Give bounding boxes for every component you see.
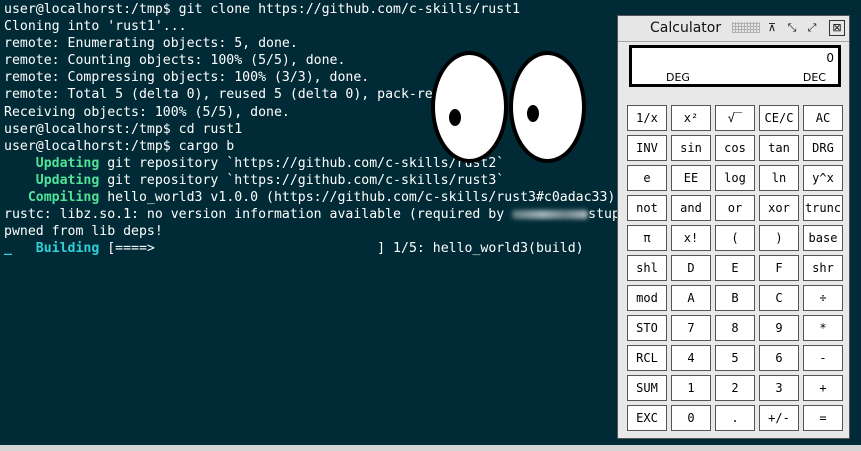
titlebar-grip (732, 22, 760, 33)
calculator-display: 0 DEG DEC (629, 45, 841, 87)
key-sqrt[interactable]: √‾ (715, 105, 755, 131)
key-decimal[interactable]: . (715, 405, 755, 431)
key-7[interactable]: 7 (671, 315, 711, 341)
key-8[interactable]: 8 (715, 315, 755, 341)
key-close-paren[interactable]: ) (759, 225, 799, 251)
key-equals[interactable]: = (803, 405, 843, 431)
calculator-keypad: 1/x x² √‾ CE/C AC INV sin cos tan DRG e … (627, 105, 847, 431)
redacted-path (512, 209, 589, 219)
cargo-status-label: Updating (4, 172, 100, 188)
key-trunc[interactable]: trunc (803, 195, 843, 221)
display-value: 0 (826, 51, 834, 65)
key-negate[interactable]: +/- (759, 405, 799, 431)
cargo-status-text: hello_world3 v1.0.0 (https://github.com/… (99, 190, 616, 206)
key-exchange[interactable]: EXC (627, 405, 667, 431)
key-mod[interactable]: mod (627, 285, 667, 311)
key-3[interactable]: 3 (759, 375, 799, 401)
maximize-icon[interactable]: ⤢ (804, 20, 820, 36)
key-inv[interactable]: INV (627, 135, 667, 161)
base-mode-indicator: DEC (802, 71, 826, 84)
cargo-status-label: Compiling (4, 190, 100, 206)
xeyes-widget[interactable] (431, 51, 586, 163)
left-eye (431, 51, 508, 163)
key-hex-b[interactable]: B (715, 285, 755, 311)
key-and[interactable]: and (671, 195, 711, 221)
key-sum[interactable]: SUM (627, 375, 667, 401)
cargo-status-text: git repository `https://github.com/c-ski… (99, 172, 505, 188)
key-factorial[interactable]: x! (671, 225, 711, 251)
key-shr[interactable]: shr (803, 255, 843, 281)
key-or[interactable]: or (715, 195, 755, 221)
key-add[interactable]: + (803, 375, 843, 401)
key-log[interactable]: log (715, 165, 755, 191)
window-bottom-border (0, 445, 861, 451)
calculator-window[interactable]: Calculator ⊼ ⤡ ⤢ ⊠ 0 DEG DEC 1/x x² √‾ C… (617, 15, 850, 439)
key-0[interactable]: 0 (671, 405, 711, 431)
cargo-progress-text: [====> ] 1/5: hello_world3(build) (99, 241, 584, 257)
key-hex-f[interactable]: F (759, 255, 799, 281)
key-pi[interactable]: π (627, 225, 667, 251)
key-open-paren[interactable]: ( (715, 225, 755, 251)
key-1[interactable]: 1 (671, 375, 711, 401)
calculator-titlebar[interactable]: Calculator ⊼ ⤡ ⤢ ⊠ (618, 16, 849, 42)
close-icon[interactable]: ⊠ (829, 20, 845, 36)
key-subtract[interactable]: - (803, 345, 843, 371)
key-tan[interactable]: tan (759, 135, 799, 161)
key-multiply[interactable]: * (803, 315, 843, 341)
key-store[interactable]: STO (627, 315, 667, 341)
key-drg[interactable]: DRG (803, 135, 843, 161)
cargo-building-label: Building (11, 241, 100, 257)
key-sin[interactable]: sin (671, 135, 711, 161)
key-reciprocal[interactable]: 1/x (627, 105, 667, 131)
key-2[interactable]: 2 (715, 375, 755, 401)
key-5[interactable]: 5 (715, 345, 755, 371)
terminal-cursor: _ (4, 241, 12, 257)
key-hex-a[interactable]: A (671, 285, 711, 311)
key-base[interactable]: base (803, 225, 843, 251)
angle-mode-indicator: DEG (666, 71, 690, 84)
key-power[interactable]: y^x (803, 165, 843, 191)
key-not[interactable]: not (627, 195, 667, 221)
key-all-clear[interactable]: AC (803, 105, 843, 131)
key-6[interactable]: 6 (759, 345, 799, 371)
window-title: Calculator (650, 20, 722, 36)
key-hex-d[interactable]: D (671, 255, 711, 281)
key-cos[interactable]: cos (715, 135, 755, 161)
key-square[interactable]: x² (671, 105, 711, 131)
key-divide[interactable]: ÷ (803, 285, 843, 311)
minimize-icon[interactable]: ⤡ (784, 20, 800, 36)
key-4[interactable]: 4 (671, 345, 711, 371)
shade-icon[interactable]: ⊼ (764, 20, 780, 36)
right-pupil (527, 105, 539, 122)
right-eye (509, 51, 586, 163)
key-xor[interactable]: xor (759, 195, 799, 221)
key-ln[interactable]: ln (759, 165, 799, 191)
rustc-warning-text: rustc: libz.so.1: no version information… (4, 207, 513, 223)
key-clear-entry[interactable]: CE/C (759, 105, 799, 131)
key-hex-e[interactable]: E (715, 255, 755, 281)
key-e[interactable]: e (627, 165, 667, 191)
key-recall[interactable]: RCL (627, 345, 667, 371)
left-pupil (449, 109, 461, 126)
key-ee[interactable]: EE (671, 165, 711, 191)
key-hex-c[interactable]: C (759, 285, 799, 311)
key-shl[interactable]: shl (627, 255, 667, 281)
cargo-status-label: Updating (4, 155, 100, 171)
key-9[interactable]: 9 (759, 315, 799, 341)
